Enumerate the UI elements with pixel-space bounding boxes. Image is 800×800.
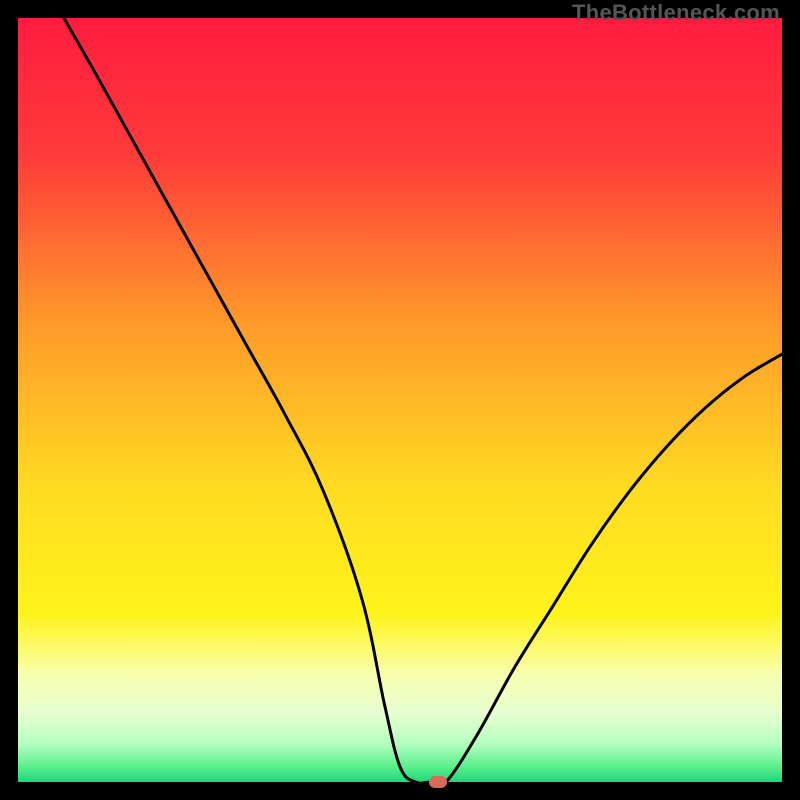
plot-area — [18, 18, 782, 782]
curve-layer — [18, 18, 782, 782]
optimal-point-marker — [429, 776, 447, 788]
watermark-label: TheBottleneck.com — [572, 0, 780, 26]
bottleneck-curve — [64, 18, 782, 782]
chart-frame: TheBottleneck.com — [0, 0, 800, 800]
